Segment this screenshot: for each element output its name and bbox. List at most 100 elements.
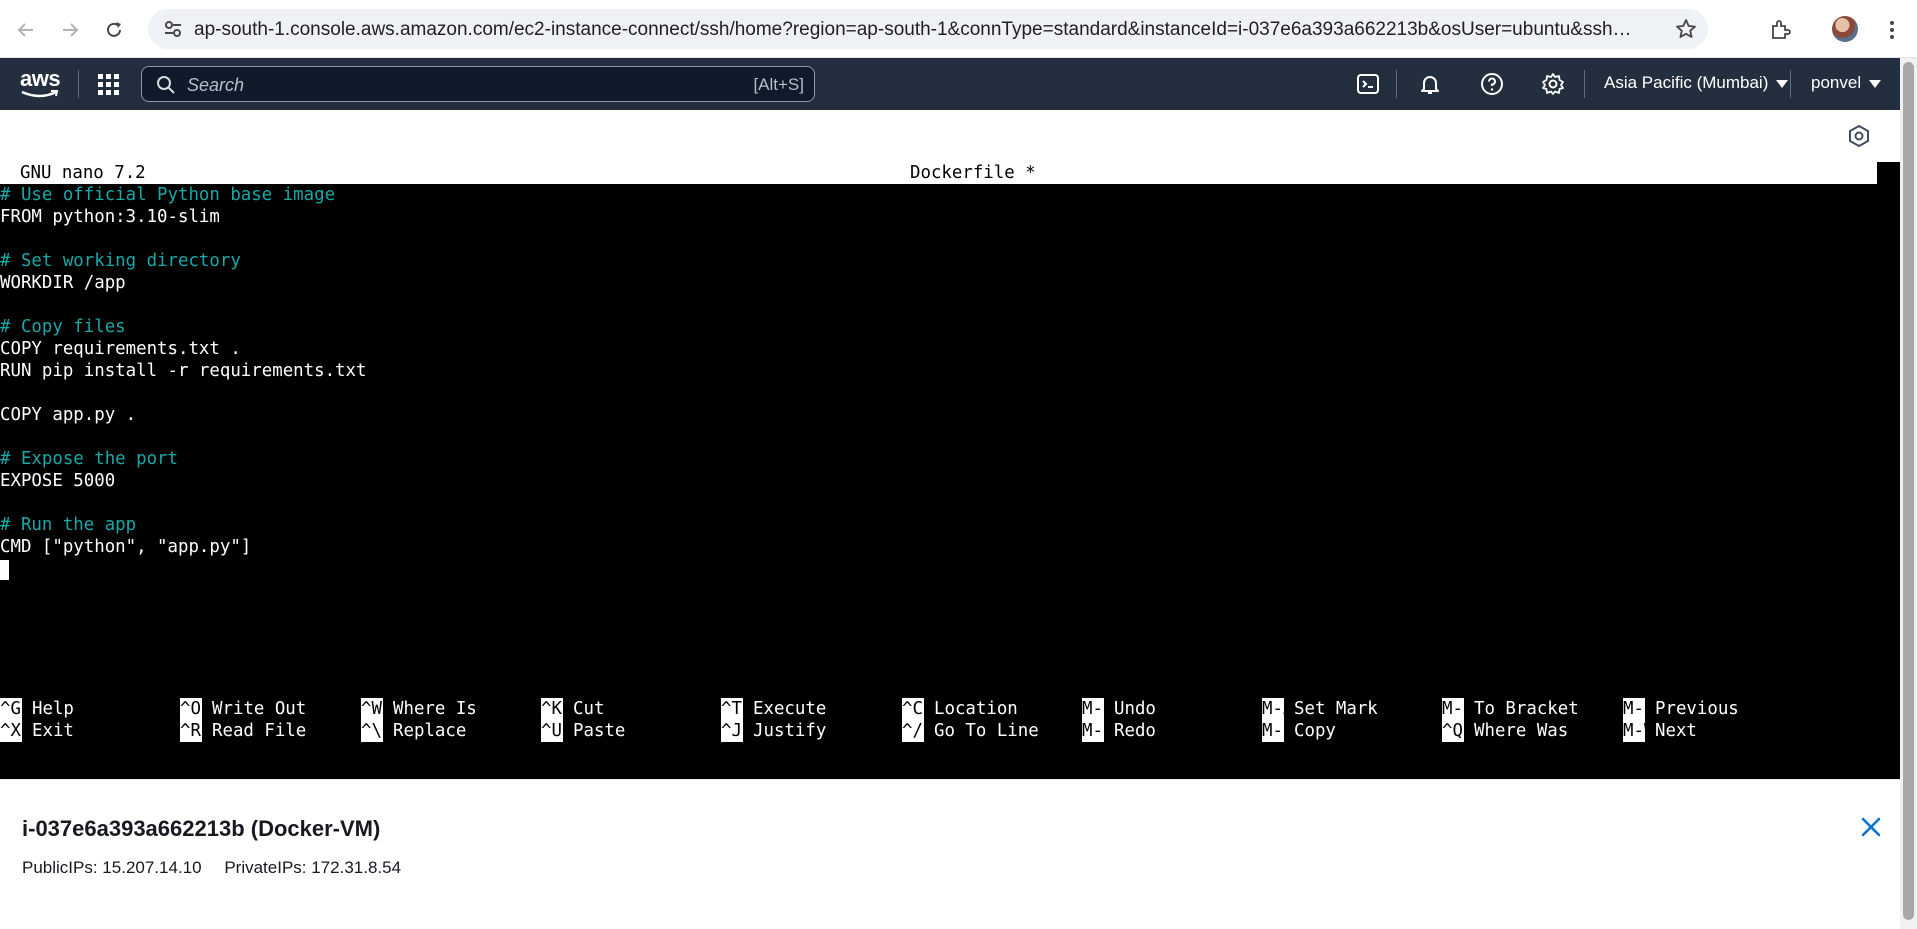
- shortcut-label: To Bracket: [1474, 699, 1579, 719]
- instance-ips: PublicIPs: 15.207.14.10 PrivateIPs: 172.…: [22, 858, 419, 878]
- shortcut-label: Copy: [1294, 721, 1336, 741]
- chevron-down-icon: [1869, 79, 1882, 88]
- shortcut-copy: M-6 Copy: [1262, 720, 1336, 764]
- preferences-hexagon-icon[interactable]: [1847, 124, 1871, 148]
- nav-divider: [1584, 70, 1585, 98]
- shortcut-key: ^T: [721, 698, 743, 720]
- private-ips: PrivateIPs: 172.31.8.54: [224, 858, 402, 877]
- browser-toolbar: ap-south-1.console.aws.amazon.com/ec2-in…: [0, 0, 1917, 58]
- search-shortcut-hint: [Alt+S]: [753, 75, 804, 94]
- shortcut-key: ^K: [541, 698, 563, 720]
- shortcut-label: Set Mark: [1294, 699, 1378, 719]
- shortcut-key: ^O: [180, 698, 202, 720]
- shortcut-key: M-Q: [1623, 698, 1645, 720]
- aws-logo[interactable]: aws: [18, 66, 62, 100]
- shortcut-label: Execute: [753, 699, 827, 719]
- search-placeholder: Search: [187, 75, 245, 95]
- nano-version: GNU nano 7.2: [20, 163, 146, 183]
- shortcut-next: M-W Next: [1623, 720, 1697, 764]
- code-comment-line: # Run the app: [0, 515, 137, 535]
- shortcut-key: M-6: [1262, 720, 1284, 742]
- code-line: WORKDIR /app: [0, 273, 126, 293]
- shortcut-replace: ^\ Replace: [361, 720, 466, 764]
- apps-grid-icon[interactable]: [96, 72, 120, 96]
- account-menu[interactable]: ponvel: [1811, 73, 1882, 93]
- profile-avatar[interactable]: [1832, 16, 1858, 42]
- nano-title-bar: GNU nano 7.2 Dockerfile *: [0, 162, 1877, 184]
- aws-logo-text: aws: [20, 66, 61, 91]
- shortcut-label: Next: [1655, 721, 1697, 741]
- shortcut-label: Where Is: [393, 699, 477, 719]
- shortcut-label: Cut: [573, 699, 605, 719]
- back-arrow-icon[interactable]: [8, 12, 44, 48]
- shortcut-label: Exit: [32, 721, 74, 741]
- close-icon[interactable]: [1858, 814, 1884, 840]
- shortcut-label: Previous: [1655, 699, 1739, 719]
- shortcut-go-to-line: ^/ Go To Line: [902, 720, 1039, 764]
- shortcut-key: ^/: [902, 720, 924, 742]
- shortcut-key: M-E: [1082, 720, 1104, 742]
- shortcut-key: M-]: [1442, 698, 1464, 720]
- shortcut-key: M-U: [1082, 698, 1104, 720]
- aws-top-nav: aws Search [Alt+S] Asia Pacific (Mumbai)…: [0, 58, 1900, 110]
- extensions-icon[interactable]: [1762, 12, 1798, 48]
- cloudshell-icon[interactable]: [1354, 70, 1382, 98]
- shortcut-justify: ^J Justify: [721, 720, 826, 764]
- shortcut-label: Redo: [1114, 721, 1156, 741]
- shortcut-key: ^G: [0, 698, 22, 720]
- search-input[interactable]: Search [Alt+S]: [141, 66, 815, 102]
- code-line: RUN pip install -r requirements.txt: [0, 361, 367, 381]
- code-line: FROM python:3.10-slim: [0, 207, 220, 227]
- nav-divider: [78, 70, 79, 98]
- text-cursor: [0, 560, 9, 580]
- shortcut-key: M-A: [1262, 698, 1284, 720]
- bookmark-star-icon[interactable]: [1674, 17, 1698, 41]
- code-line: COPY requirements.txt .: [0, 339, 241, 359]
- shortcut-where-was: ^Q Where Was: [1442, 720, 1568, 764]
- search-icon: [156, 75, 176, 95]
- region-selector[interactable]: Asia Pacific (Mumbai): [1604, 73, 1789, 93]
- shortcut-key: ^U: [541, 720, 563, 742]
- user-label: ponvel: [1811, 73, 1862, 92]
- code-line: COPY app.py .: [0, 405, 137, 425]
- code-comment-line: # Expose the port: [0, 449, 178, 469]
- terminal-window[interactable]: GNU nano 7.2 Dockerfile * # Use official…: [0, 162, 1900, 779]
- shortcut-label: Justify: [753, 721, 827, 741]
- shortcut-label: Write Out: [212, 699, 307, 719]
- shortcut-key: ^C: [902, 698, 924, 720]
- shortcut-exit: ^X Exit: [0, 720, 74, 764]
- shortcut-key: ^\: [361, 720, 383, 742]
- shortcut-label: Where Was: [1474, 721, 1569, 741]
- shortcut-label: Help: [32, 699, 74, 719]
- shortcut-label: Location: [934, 699, 1018, 719]
- region-label: Asia Pacific (Mumbai): [1604, 73, 1769, 92]
- shortcut-key: ^Q: [1442, 720, 1464, 742]
- code-line: CMD ["python", "app.py"]: [0, 537, 252, 557]
- chevron-down-icon: [1776, 79, 1789, 88]
- shortcut-key: M-W: [1623, 720, 1645, 742]
- more-vert-icon[interactable]: [1874, 12, 1910, 48]
- settings-gear-icon[interactable]: [1539, 70, 1567, 98]
- code-comment-line: # Set working directory: [0, 251, 241, 271]
- shortcut-label: Replace: [393, 721, 467, 741]
- shortcut-key: ^W: [361, 698, 383, 720]
- code-comment-line: # Copy files: [0, 317, 126, 337]
- shortcut-label: Go To Line: [934, 721, 1039, 741]
- help-icon[interactable]: [1478, 70, 1506, 98]
- site-info-icon[interactable]: [162, 18, 184, 40]
- shortcut-redo: M-E Redo: [1082, 720, 1156, 764]
- session-toolbar: [0, 110, 1900, 162]
- shortcut-read-file: ^R Read File: [180, 720, 306, 764]
- shortcut-label: Undo: [1114, 699, 1156, 719]
- forward-arrow-icon[interactable]: [52, 12, 88, 48]
- scrollbar-thumb[interactable]: [1903, 62, 1914, 920]
- code-line: EXPOSE 5000: [0, 471, 116, 491]
- notifications-bell-icon[interactable]: [1416, 70, 1444, 98]
- url-text[interactable]: ap-south-1.console.aws.amazon.com/ec2-in…: [194, 19, 1634, 41]
- shortcut-key: ^J: [721, 720, 743, 742]
- address-bar[interactable]: ap-south-1.console.aws.amazon.com/ec2-in…: [148, 9, 1708, 49]
- public-ips: PublicIPs: 15.207.14.10: [22, 858, 202, 877]
- shortcut-label: Paste: [573, 721, 626, 741]
- reload-icon[interactable]: [96, 12, 132, 48]
- shortcut-key: ^X: [0, 720, 22, 742]
